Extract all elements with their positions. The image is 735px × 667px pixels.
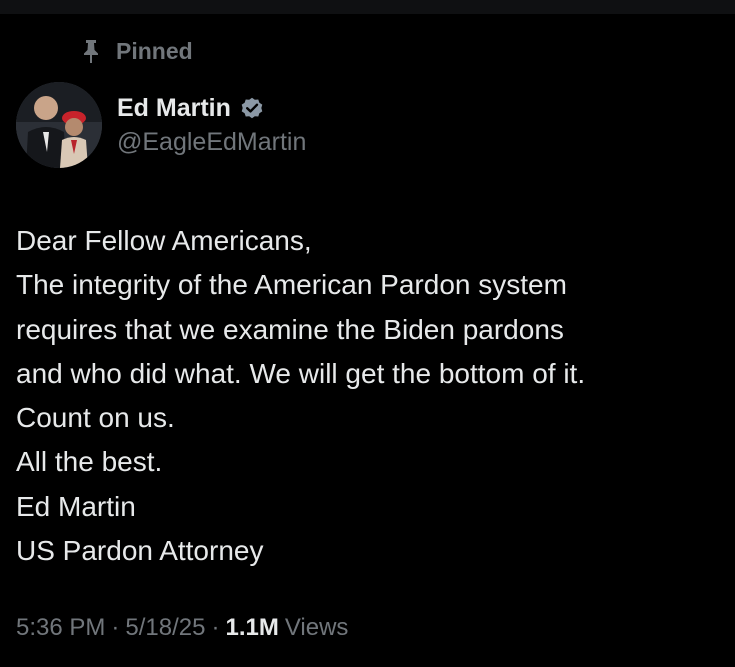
post-date[interactable]: 5/18/25 — [125, 614, 205, 642]
post-time[interactable]: 5:36 PM — [16, 614, 105, 642]
post-line: Ed Martin — [16, 490, 136, 522]
post-line: Dear Fellow Americans, — [16, 225, 312, 256]
post-line: All the best. — [16, 446, 163, 478]
pin-icon — [80, 38, 102, 64]
post-line: US Pardon Attorney — [16, 535, 264, 567]
post-line: requires that we examine the Biden pardo… — [16, 313, 564, 345]
pinned-indicator: Pinned — [80, 36, 193, 66]
post-text: Dear Fellow Americans, The integrity of … — [16, 219, 716, 573]
author-name-row[interactable]: Ed Martin — [117, 92, 265, 124]
views-label[interactable]: Views — [285, 614, 349, 642]
pinned-label: Pinned — [116, 37, 193, 64]
post-line: and who did what. We will get the bottom… — [16, 357, 586, 389]
post-meta: 5:36 PM · 5/18/25 · 1.1M Views — [16, 614, 348, 642]
meta-separator: · — [211, 614, 220, 641]
top-bar — [0, 0, 735, 14]
avatar[interactable] — [16, 82, 102, 168]
meta-separator: · — [111, 614, 120, 641]
views-count[interactable]: 1.1M — [225, 614, 278, 642]
post-line: Count on us. — [16, 402, 175, 434]
post-line: The integrity of the American Pardon sys… — [16, 269, 567, 301]
verified-badge-icon[interactable] — [239, 95, 265, 121]
avatar-photo — [16, 82, 102, 168]
author-display-name[interactable]: Ed Martin — [117, 94, 231, 123]
author-handle[interactable]: @EagleEdMartin — [117, 128, 306, 157]
